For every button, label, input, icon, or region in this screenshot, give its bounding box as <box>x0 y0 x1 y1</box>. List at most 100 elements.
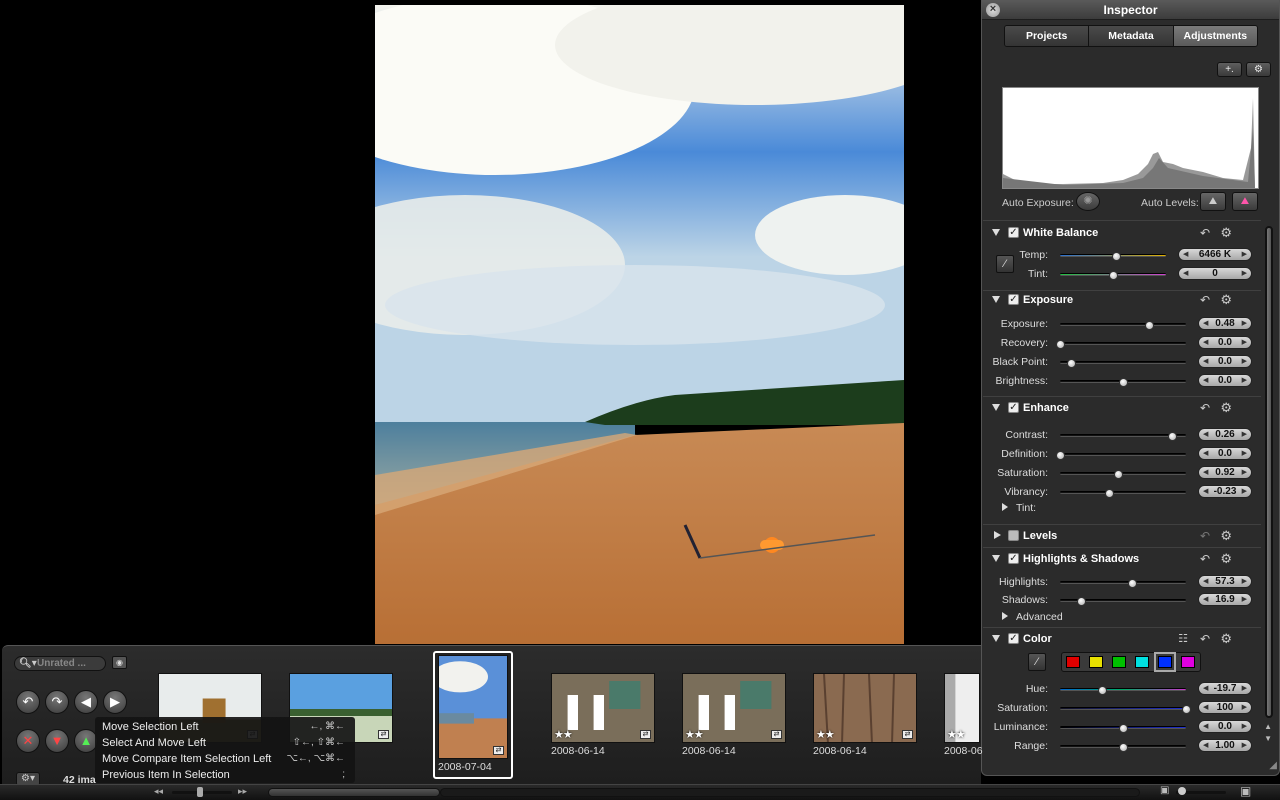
slider-knob[interactable] <box>1067 359 1077 368</box>
value-stepper[interactable]: ◀ 57.3 ▶ <box>1198 575 1252 588</box>
increment-icon[interactable]: ▶ <box>1242 429 1247 440</box>
increment-icon[interactable]: ▶ <box>1242 268 1247 279</box>
slider-knob[interactable] <box>1097 686 1107 695</box>
decrement-icon[interactable]: ◀ <box>1183 268 1188 279</box>
slider-track[interactable] <box>1060 597 1186 606</box>
close-icon[interactable]: × <box>986 3 1000 17</box>
slider-knob[interactable] <box>1168 432 1178 441</box>
gear-icon[interactable]: ⚙ <box>1220 400 1232 416</box>
enhance-checkbox[interactable]: ✓ <box>1008 402 1019 413</box>
color-swatch[interactable] <box>1066 656 1080 668</box>
increment-icon[interactable]: ▶ <box>1242 337 1247 348</box>
value-stepper[interactable]: ◀ 1.00 ▶ <box>1198 739 1252 752</box>
gear-icon[interactable]: ⚙ <box>1220 551 1232 567</box>
value-stepper[interactable]: ◀ 16.9 ▶ <box>1198 593 1252 606</box>
exposure-checkbox[interactable]: ✓ <box>1008 294 1019 305</box>
section-color[interactable]: ✓ Color ☷ ↶ ⚙ <box>982 631 1262 650</box>
white-balance-checkbox[interactable]: ✓ <box>1008 227 1019 238</box>
slider-track[interactable] <box>1056 340 1186 349</box>
increment-icon[interactable]: ▶ <box>1242 576 1247 587</box>
enhance-tint-label[interactable]: Tint: <box>1016 502 1036 514</box>
value-stepper[interactable]: ◀ -0.23 ▶ <box>1198 485 1252 498</box>
decrement-icon[interactable]: ◀ <box>1203 594 1208 605</box>
decrement-icon[interactable]: ◀ <box>1203 448 1208 459</box>
increment-icon[interactable]: ▶ <box>1242 721 1247 732</box>
value-stepper[interactable]: ◀ 0.0 ▶ <box>1198 447 1252 460</box>
slider-knob[interactable] <box>1077 597 1087 606</box>
inspector-scrollbar[interactable] <box>1265 226 1273 718</box>
decrement-icon[interactable]: ◀ <box>1203 467 1208 478</box>
slider-track[interactable] <box>1060 724 1186 733</box>
reset-icon[interactable]: ↶ <box>1200 552 1210 566</box>
auto-levels-rgb-button[interactable]: ⛰ <box>1232 192 1258 211</box>
color-swatch[interactable] <box>1135 656 1149 668</box>
gear-icon[interactable]: ⚙ <box>1220 528 1232 544</box>
gear-icon[interactable]: ⚙ <box>1220 631 1232 647</box>
color-eyedropper-icon[interactable]: ⁄ <box>1028 653 1046 671</box>
section-exposure[interactable]: ✓ Exposure ↶ ⚙ <box>982 292 1262 311</box>
slider-knob[interactable] <box>1119 724 1128 733</box>
main-photo-viewer[interactable] <box>375 5 904 644</box>
decrement-icon[interactable]: ◀ <box>1203 683 1208 694</box>
gear-icon[interactable]: ⚙ <box>1246 62 1271 77</box>
increment-icon[interactable]: ▶ <box>1242 249 1247 260</box>
scroll-down-icon[interactable]: ▼ <box>1264 734 1272 743</box>
reset-icon[interactable]: ↶ <box>1200 401 1210 415</box>
color-swatch[interactable] <box>1154 652 1176 672</box>
slider-knob[interactable] <box>1113 470 1123 479</box>
scrollbar-thumb[interactable] <box>1266 227 1272 717</box>
slider-knob[interactable] <box>1056 340 1065 349</box>
increment-icon[interactable]: ▶ <box>1242 356 1247 367</box>
value-stepper[interactable]: ◀ 0.0 ▶ <box>1198 355 1252 368</box>
increment-icon[interactable]: ▶ <box>1242 594 1247 605</box>
menu-item-move-selection-left[interactable]: Move Selection Left ←, ⌘← <box>95 719 355 735</box>
slider-knob[interactable] <box>1182 705 1191 714</box>
reject-button[interactable]: ✕ <box>16 729 40 753</box>
slider-knob[interactable] <box>1127 579 1137 588</box>
color-checkbox[interactable]: ✓ <box>1008 633 1019 644</box>
value-stepper[interactable]: ◀ 100 ▶ <box>1198 701 1252 714</box>
tab-metadata[interactable]: Metadata <box>1089 26 1174 46</box>
large-thumb-icon[interactable]: ▣ <box>1240 784 1251 798</box>
increment-icon[interactable]: ▶ <box>1242 318 1247 329</box>
previous-button[interactable]: ◀ <box>74 690 98 714</box>
disclosure-open-icon[interactable] <box>992 404 1000 411</box>
decrement-icon[interactable]: ◀ <box>1203 337 1208 348</box>
scroll-up-icon[interactable]: ▲ <box>1264 722 1272 731</box>
zoom-out-icon[interactable]: ◂◂ <box>154 786 163 797</box>
decrement-icon[interactable]: ◀ <box>1203 429 1208 440</box>
reset-icon[interactable]: ↶ <box>1200 226 1210 240</box>
reset-icon[interactable]: ↶ <box>1200 529 1210 543</box>
decrement-icon[interactable]: ◀ <box>1203 486 1208 497</box>
decrement-icon[interactable]: ◀ <box>1203 702 1208 713</box>
value-stepper[interactable]: ◀ 0.92 ▶ <box>1198 466 1252 479</box>
resize-grip-icon[interactable]: ◢ <box>1269 760 1277 771</box>
slider-track[interactable] <box>1060 470 1186 479</box>
disclosure-open-icon[interactable] <box>992 229 1000 236</box>
slider-track[interactable] <box>1060 579 1186 588</box>
slider-knob[interactable] <box>1119 743 1128 752</box>
gear-icon[interactable]: ⚙ <box>1220 225 1232 241</box>
increment-icon[interactable]: ▶ <box>1242 740 1247 751</box>
rotate-left-button[interactable]: ↶ <box>16 690 40 714</box>
filter-search-box[interactable]: 🔍︎▾ Unrated ... <box>14 656 106 671</box>
levels-checkbox[interactable]: ✓ <box>1008 530 1019 541</box>
value-stepper[interactable]: ◀ -19.7 ▶ <box>1198 682 1252 695</box>
decrement-icon[interactable]: ◀ <box>1203 356 1208 367</box>
disclosure-open-icon[interactable] <box>992 635 1000 642</box>
increment-icon[interactable]: ▶ <box>1242 375 1247 386</box>
thumbnail[interactable]: ★★ <box>944 673 980 743</box>
slider-track[interactable] <box>1060 252 1166 261</box>
section-enhance[interactable]: ✓ Enhance ↶ ⚙ <box>982 400 1262 419</box>
disclosure-open-icon[interactable] <box>992 555 1000 562</box>
decrement-icon[interactable]: ◀ <box>1203 318 1208 329</box>
rotate-right-button[interactable]: ↷ <box>45 690 69 714</box>
slider-knob[interactable] <box>1109 271 1118 280</box>
tab-adjustments[interactable]: Adjustments <box>1173 26 1257 46</box>
advanced-label[interactable]: Advanced <box>1016 611 1063 623</box>
zoom-in-icon[interactable]: ▸▸ <box>238 786 247 797</box>
highlights-shadows-checkbox[interactable]: ✓ <box>1008 553 1019 564</box>
section-white-balance[interactable]: ✓ White Balance ↶ ⚙ <box>982 225 1262 244</box>
slider-track[interactable] <box>1060 432 1186 441</box>
thumbnail[interactable]: ⇄ <box>438 655 508 759</box>
